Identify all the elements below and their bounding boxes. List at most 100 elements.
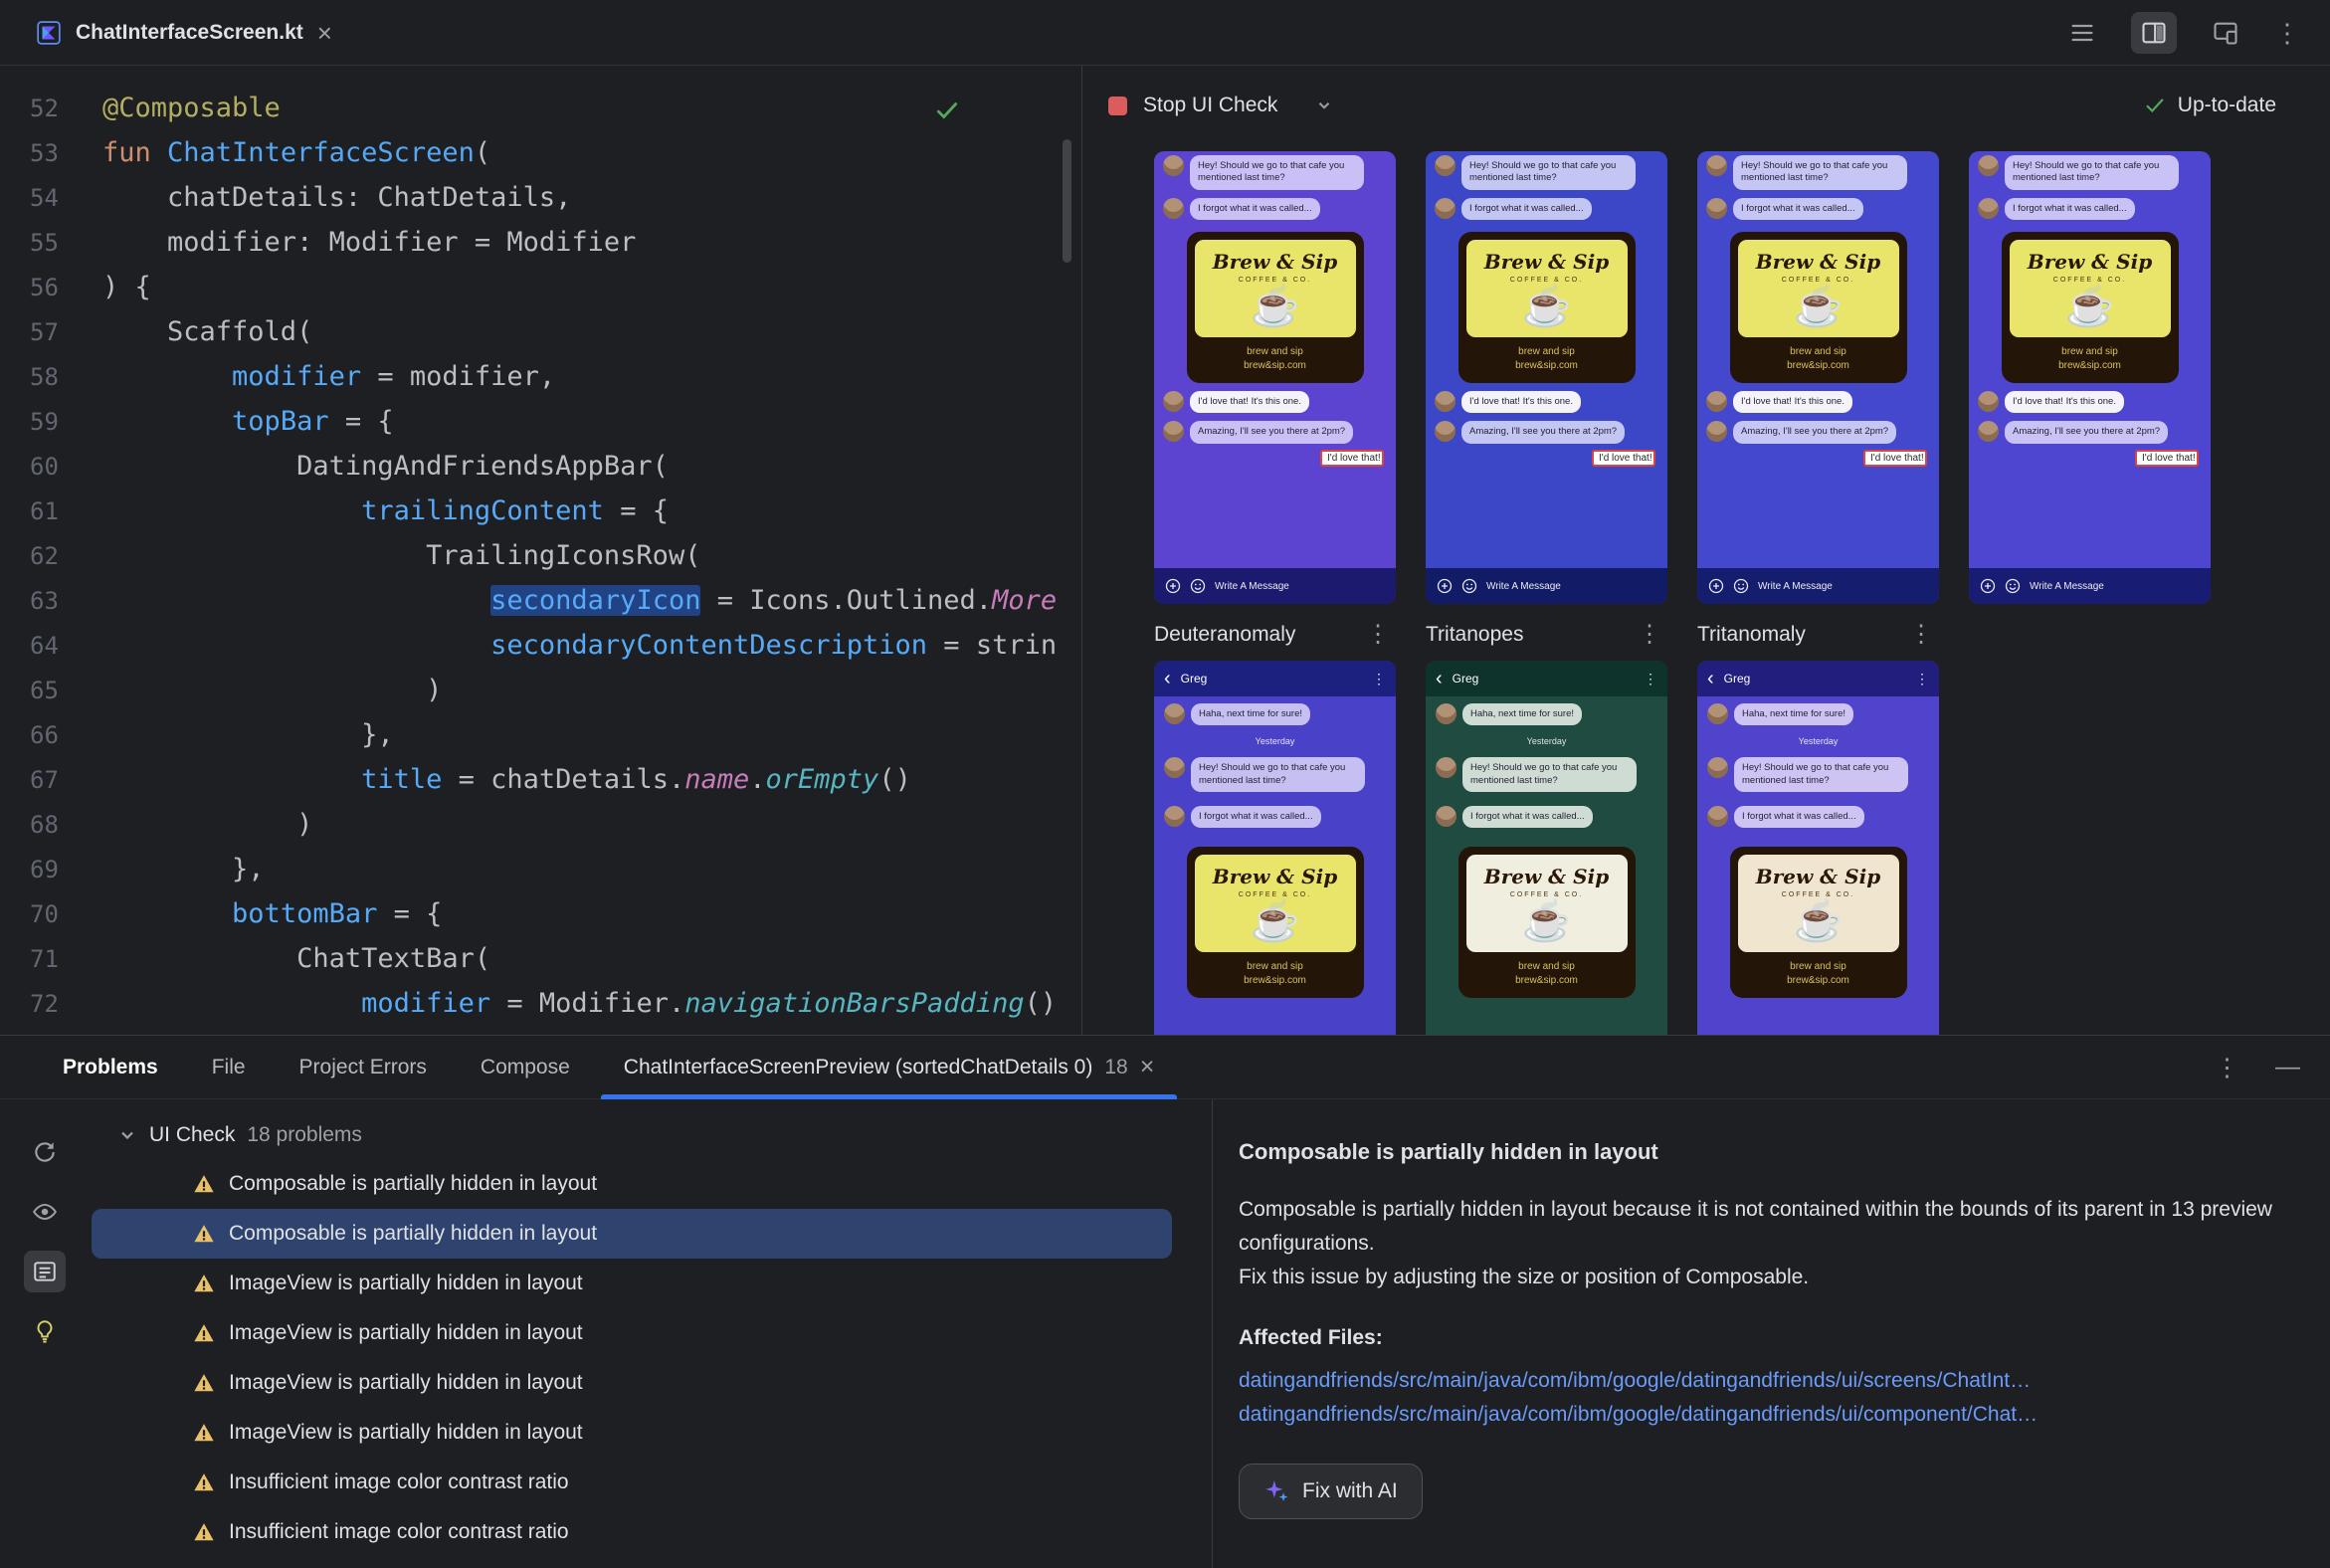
affected-file-link[interactable]: datingandfriends/src/main/java/com/ibm/g… — [1239, 1364, 2290, 1398]
chat-bubble: I forgot what it was called... — [1734, 806, 1864, 829]
problem-item[interactable]: Insufficient image color contrast ratio — [90, 1507, 1212, 1557]
fix-with-ai-button[interactable]: Fix with AI — [1239, 1464, 1423, 1519]
code-line[interactable]: 52 @Composable — [0, 86, 1081, 130]
problem-item[interactable]: Composable is partially hidden in layout — [92, 1209, 1172, 1259]
stop-icon[interactable] — [1108, 96, 1127, 115]
code-line[interactable]: 64 secondaryContentDescription = strin — [0, 623, 1081, 668]
avatar — [1707, 703, 1728, 724]
panel-options-icon[interactable]: ⋮ — [2215, 1053, 2239, 1082]
tab-project-errors[interactable]: Project Errors — [273, 1036, 454, 1098]
affected-file-link[interactable]: datingandfriends/src/main/java/com/ibm/g… — [1239, 1398, 2290, 1432]
structure-view-icon[interactable] — [2059, 12, 2105, 54]
phone-preview[interactable]: Hey! Should we go to that cafe you menti… — [1697, 151, 1939, 604]
code-line[interactable]: 66 }, — [0, 712, 1081, 757]
code-line[interactable]: 55 modifier: Modifier = Modifier — [0, 220, 1081, 265]
inspection-ok-icon[interactable] — [934, 98, 960, 123]
code-line[interactable]: 73 onAddClick = {} — [0, 1026, 1081, 1035]
code-line[interactable]: 56) { — [0, 265, 1081, 309]
phone-preview[interactable]: ‹ Greg ⋮ Haha, next time for sure! Yesterday… — [1154, 661, 1396, 1035]
code-line[interactable]: 62 TrailingIconsRow( — [0, 533, 1081, 578]
problem-item[interactable]: ImageView is partially hidden in layout — [90, 1408, 1212, 1458]
phone-preview[interactable]: Hey! Should we go to that cafe you menti… — [1426, 151, 1667, 604]
split-editor-icon[interactable] — [2131, 11, 2177, 54]
code-line[interactable]: 68 ) — [0, 802, 1081, 847]
emoji-icon[interactable] — [1190, 578, 1206, 594]
code-line[interactable]: 53 fun ChatInterfaceScreen( — [0, 130, 1081, 175]
more-icon[interactable]: ⋮ — [1915, 671, 1929, 687]
more-icon[interactable]: ⋮ — [1372, 671, 1386, 687]
code-line[interactable]: 60 DatingAndFriendsAppBar( — [0, 444, 1081, 489]
code-text: ) { — [102, 272, 151, 302]
back-icon[interactable]: ‹ — [1436, 669, 1443, 688]
chat-bubble: I'd love that! It's this one. — [1461, 391, 1581, 414]
chat-bubble: Amazing, I'll see you there at 2pm? — [1733, 421, 1897, 444]
tab-problems[interactable]: Problems — [36, 1036, 185, 1098]
phone-preview[interactable]: Hey! Should we go to that cafe you menti… — [1969, 151, 2211, 604]
refresh-icon[interactable] — [24, 1131, 66, 1173]
more-icon[interactable]: ⋮ — [1638, 620, 1667, 649]
add-icon[interactable] — [1708, 578, 1724, 594]
more-icon[interactable]: ⋮ — [1909, 620, 1939, 649]
emoji-icon[interactable] — [2005, 578, 2021, 594]
chevron-down-icon[interactable] — [1315, 97, 1333, 114]
emoji-icon[interactable] — [1461, 578, 1477, 594]
preview-eye-icon[interactable] — [24, 1191, 66, 1233]
more-icon[interactable]: ⋮ — [1644, 671, 1657, 687]
tab-preview-report[interactable]: ChatInterfaceScreenPreview (sortedChatDe… — [597, 1036, 1182, 1099]
editor-pane[interactable]: 52 @Composable 53 fun ChatInterfaceScreen(5… — [0, 66, 1082, 1035]
code-line[interactable]: 70 bottomBar = { — [0, 891, 1081, 936]
problem-item[interactable]: Insufficient image color contrast ratio — [90, 1458, 1212, 1507]
tab-compose[interactable]: Compose — [454, 1036, 597, 1098]
brand-name: Brew & Sip — [1483, 865, 1610, 889]
problem-item[interactable]: ImageView is partially hidden in layout — [90, 1308, 1212, 1358]
lightbulb-icon[interactable] — [24, 1310, 66, 1352]
editor-file-tab[interactable]: ChatInterfaceScreen.kt × — [20, 0, 348, 65]
problem-item[interactable]: ImageView is partially hidden in layout — [90, 1259, 1212, 1308]
back-icon[interactable]: ‹ — [1164, 669, 1171, 688]
add-icon[interactable] — [1165, 578, 1181, 594]
write-message-bar[interactable]: Write A Message — [1426, 568, 1667, 604]
minimize-panel-icon[interactable]: — — [2275, 1053, 2300, 1081]
coffee-cup-icon: ☕ — [1521, 285, 1572, 329]
chat-message: Hey! Should we go to that cafe you menti… — [1697, 151, 1939, 194]
brew-sip-card-image: Brew & Sip COFFEE & CO. ☕ brew and sip brew&… — [1729, 847, 1907, 999]
chat-app-bar: ‹ Greg ⋮ — [1697, 661, 1939, 696]
code-line[interactable]: 63 secondaryIcon = Icons.Outlined.More — [0, 578, 1081, 623]
code-line[interactable]: 61 trailingContent = { — [0, 489, 1081, 533]
code-line[interactable]: 67 title = chatDetails.name.orEmpty() — [0, 757, 1081, 802]
write-message-bar[interactable]: Write A Message — [1697, 568, 1939, 604]
more-icon[interactable]: ⋮ — [1366, 620, 1396, 649]
chat-bubble: I forgot what it was called... — [1462, 806, 1593, 829]
code-area[interactable]: 52 @Composable 53 fun ChatInterfaceScreen(5… — [0, 86, 1081, 1035]
report-view-icon[interactable] — [24, 1251, 66, 1292]
stop-ui-check-button[interactable]: Stop UI Check — [1143, 94, 1277, 117]
code-line[interactable]: 69 }, — [0, 847, 1081, 891]
code-line[interactable]: 72 modifier = Modifier.navigationBarsPad… — [0, 981, 1081, 1026]
tab-file[interactable]: File — [185, 1036, 273, 1098]
code-line[interactable]: 57 Scaffold( — [0, 309, 1081, 354]
more-options-icon[interactable]: ⋮ — [2274, 20, 2300, 46]
write-message-bar[interactable]: Write A Message — [1154, 568, 1396, 604]
code-line[interactable]: 65 ) — [0, 668, 1081, 712]
editor-scrollbar[interactable] — [1063, 139, 1071, 263]
add-icon[interactable] — [1980, 578, 1996, 594]
code-line[interactable]: 54 chatDetails: ChatDetails, — [0, 175, 1081, 220]
emoji-icon[interactable] — [1733, 578, 1749, 594]
problem-item[interactable]: Composable is partially hidden in layout — [90, 1159, 1212, 1209]
tree-group-header[interactable]: UI Check 18 problems — [90, 1111, 1212, 1159]
problem-item[interactable]: ImageView is partially hidden in layout — [90, 1358, 1212, 1408]
back-icon[interactable]: ‹ — [1707, 669, 1714, 688]
phone-preview[interactable]: ‹ Greg ⋮ Haha, next time for sure! Yesterday… — [1697, 661, 1939, 1035]
phone-preview[interactable]: Hey! Should we go to that cafe you menti… — [1154, 151, 1396, 604]
device-preview-icon[interactable] — [2203, 12, 2248, 54]
code-line[interactable]: 71 ChatTextBar( — [0, 936, 1081, 981]
phone-preview[interactable]: ‹ Greg ⋮ Haha, next time for sure! Yesterday… — [1426, 661, 1667, 1035]
code-line[interactable]: 59 topBar = { — [0, 399, 1081, 444]
problem-item[interactable]: Insufficient text color contrast ratio — [90, 1557, 1212, 1568]
close-tab-icon[interactable]: × — [1140, 1053, 1155, 1081]
add-icon[interactable] — [1437, 578, 1453, 594]
close-tab-icon[interactable]: × — [317, 20, 332, 46]
chat-bubble: Hey! Should we go to that cafe you menti… — [1461, 155, 1636, 190]
code-line[interactable]: 58 modifier = modifier, — [0, 354, 1081, 399]
write-message-bar[interactable]: Write A Message — [1969, 568, 2211, 604]
